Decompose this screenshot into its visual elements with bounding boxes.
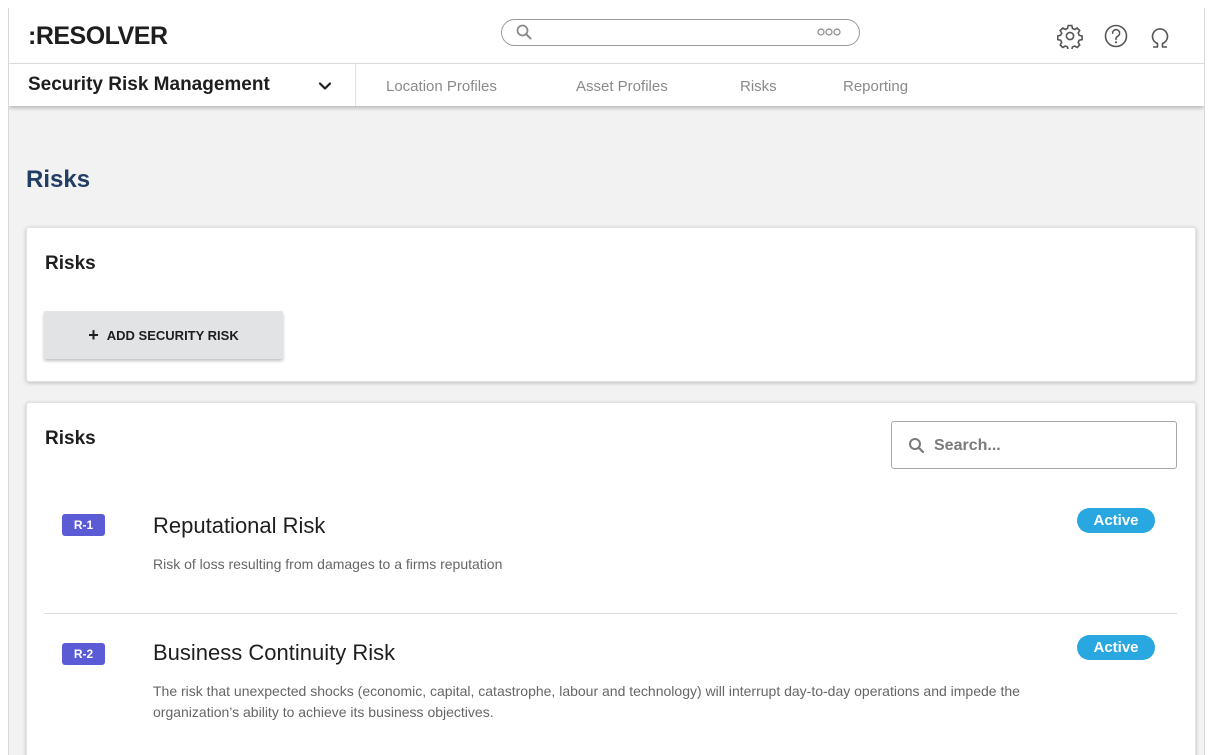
- add-security-risk-button[interactable]: + ADD SECURITY RISK: [44, 311, 283, 359]
- add-security-risk-label: ADD SECURITY RISK: [106, 327, 239, 343]
- list-item[interactable]: R-2 Business Continuity Risk The risk th…: [44, 614, 1177, 755]
- risk-description: Risk of loss resulting from damages to a…: [153, 556, 503, 572]
- risk-id-badge: R-2: [62, 643, 105, 665]
- risk-description: The risk that unexpected shocks (economi…: [153, 683, 1020, 720]
- tab-risks[interactable]: Risks: [740, 78, 777, 95]
- global-search-input[interactable]: [501, 19, 860, 46]
- help-icon[interactable]: [1103, 23, 1129, 49]
- tab-reporting[interactable]: Reporting: [843, 78, 908, 95]
- search-icon: [516, 24, 532, 40]
- more-dots-icon[interactable]: [817, 26, 841, 38]
- user-icon[interactable]: [1147, 23, 1173, 49]
- risk-search-input[interactable]: [934, 434, 1164, 458]
- status-badge: Active: [1077, 508, 1155, 533]
- risk-search-field[interactable]: [891, 421, 1177, 469]
- plus-icon: +: [88, 325, 99, 345]
- page-title: Risks: [26, 166, 91, 193]
- tab-asset-profiles[interactable]: Asset Profiles: [576, 78, 668, 95]
- app-selector-label[interactable]: Security Risk Management: [28, 74, 270, 96]
- card-title: Risks: [45, 253, 96, 274]
- risk-id-badge: R-1: [62, 514, 105, 536]
- risk-list-card: Risks R-1 Reputational Risk Risk of loss…: [26, 402, 1196, 755]
- risk-name[interactable]: Business Continuity Risk: [153, 640, 395, 666]
- app-window: :RESOLVER Security Risk Management Locat…: [8, 8, 1205, 755]
- status-badge: Active: [1077, 635, 1155, 660]
- chevron-down-icon[interactable]: [318, 80, 332, 92]
- gear-icon[interactable]: [1057, 23, 1083, 49]
- resolver-logo[interactable]: :RESOLVER: [28, 22, 168, 51]
- risk-name[interactable]: Reputational Risk: [153, 513, 325, 539]
- top-bar: :RESOLVER: [9, 8, 1204, 64]
- nav-divider: [355, 64, 356, 106]
- list-item[interactable]: R-1 Reputational Risk Risk of loss resul…: [44, 506, 1177, 614]
- search-icon: [909, 438, 925, 454]
- nav-bar: Security Risk Management Location Profil…: [9, 64, 1204, 106]
- card-title: Risks: [45, 428, 96, 449]
- tab-location-profiles[interactable]: Location Profiles: [386, 78, 497, 95]
- add-risk-card: Risks + ADD SECURITY RISK: [26, 227, 1196, 382]
